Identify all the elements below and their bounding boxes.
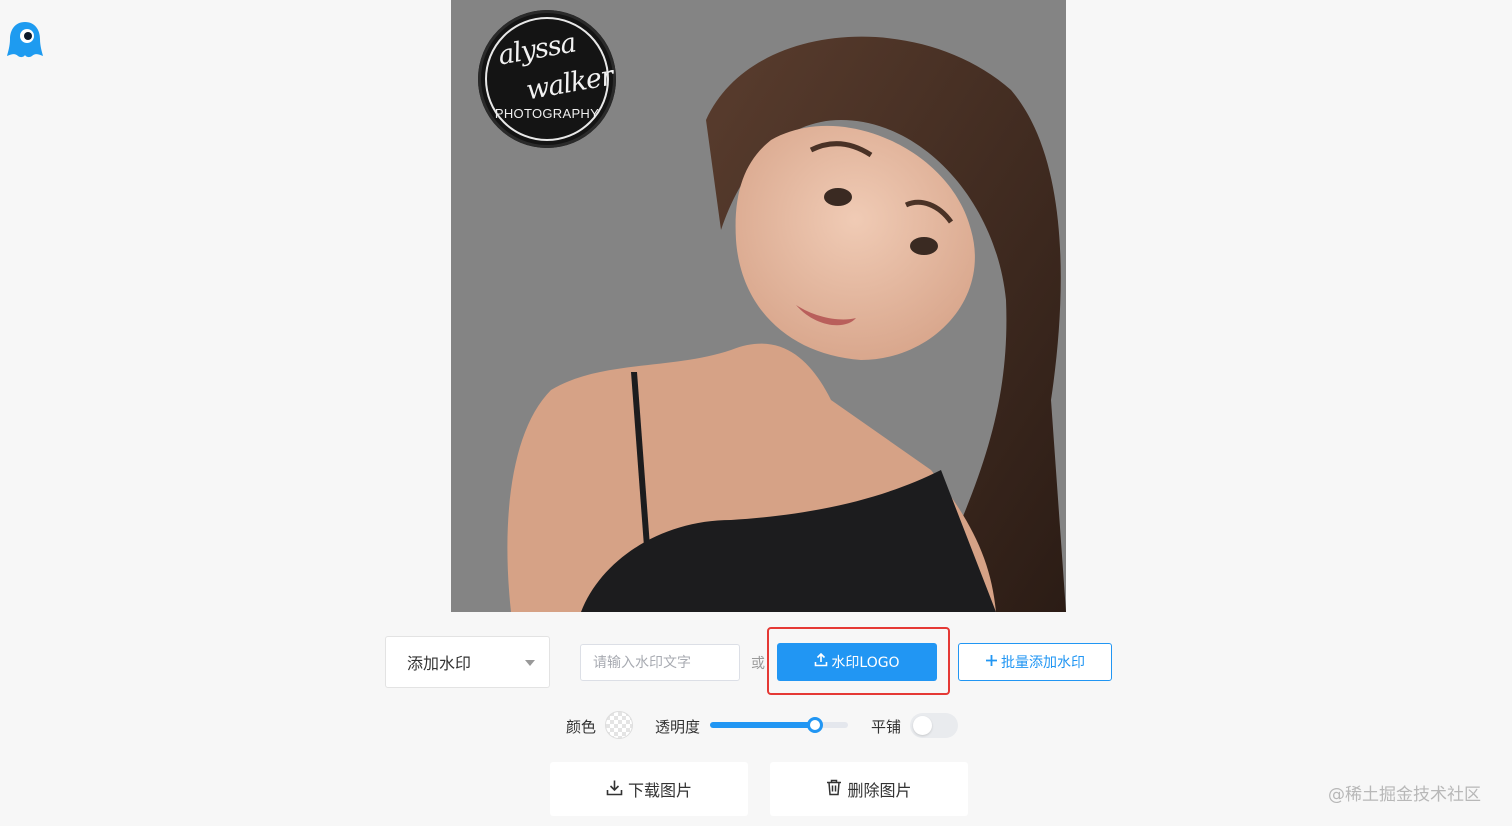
batch-add-watermark-button[interactable]: 批量添加水印 — [958, 643, 1112, 681]
mode-select-value: 添加水印 — [407, 654, 472, 673]
delete-image-button[interactable]: 删除图片 — [770, 762, 968, 816]
attribution-text: @稀土掘金技术社区 — [1328, 785, 1481, 805]
plus-icon — [985, 654, 998, 671]
delete-label: 删除图片 — [847, 781, 912, 800]
upload-logo-label: 水印LOGO — [831, 655, 900, 671]
preview-image: alyssa walker PHOTOGRAPHY — [451, 0, 1066, 612]
mode-select[interactable]: 添加水印 — [385, 636, 550, 688]
color-label: 颜色 — [566, 718, 597, 736]
tile-toggle[interactable] — [910, 713, 958, 738]
batch-add-label: 批量添加水印 — [1001, 655, 1085, 671]
tile-label: 平铺 — [871, 718, 902, 736]
download-label: 下载图片 — [627, 781, 692, 800]
caret-down-icon — [525, 660, 535, 666]
opacity-slider-fill — [710, 722, 815, 728]
tile-toggle-knob — [913, 716, 932, 735]
app-logo-icon[interactable] — [6, 20, 44, 60]
opacity-slider-thumb[interactable] — [806, 717, 823, 733]
download-icon — [606, 779, 623, 800]
upload-logo-button[interactable]: 水印LOGO — [777, 643, 937, 681]
watermark-subtitle: PHOTOGRAPHY — [494, 106, 600, 121]
watermark-logo: alyssa walker PHOTOGRAPHY — [478, 10, 616, 148]
upload-icon — [814, 652, 828, 671]
color-picker[interactable] — [605, 711, 633, 739]
download-image-button[interactable]: 下载图片 — [550, 762, 748, 816]
trash-icon — [826, 779, 842, 800]
opacity-label: 透明度 — [655, 718, 701, 736]
opacity-slider[interactable] — [710, 717, 848, 733]
watermark-text-input[interactable] — [580, 644, 740, 681]
or-label: 或 — [751, 656, 765, 672]
